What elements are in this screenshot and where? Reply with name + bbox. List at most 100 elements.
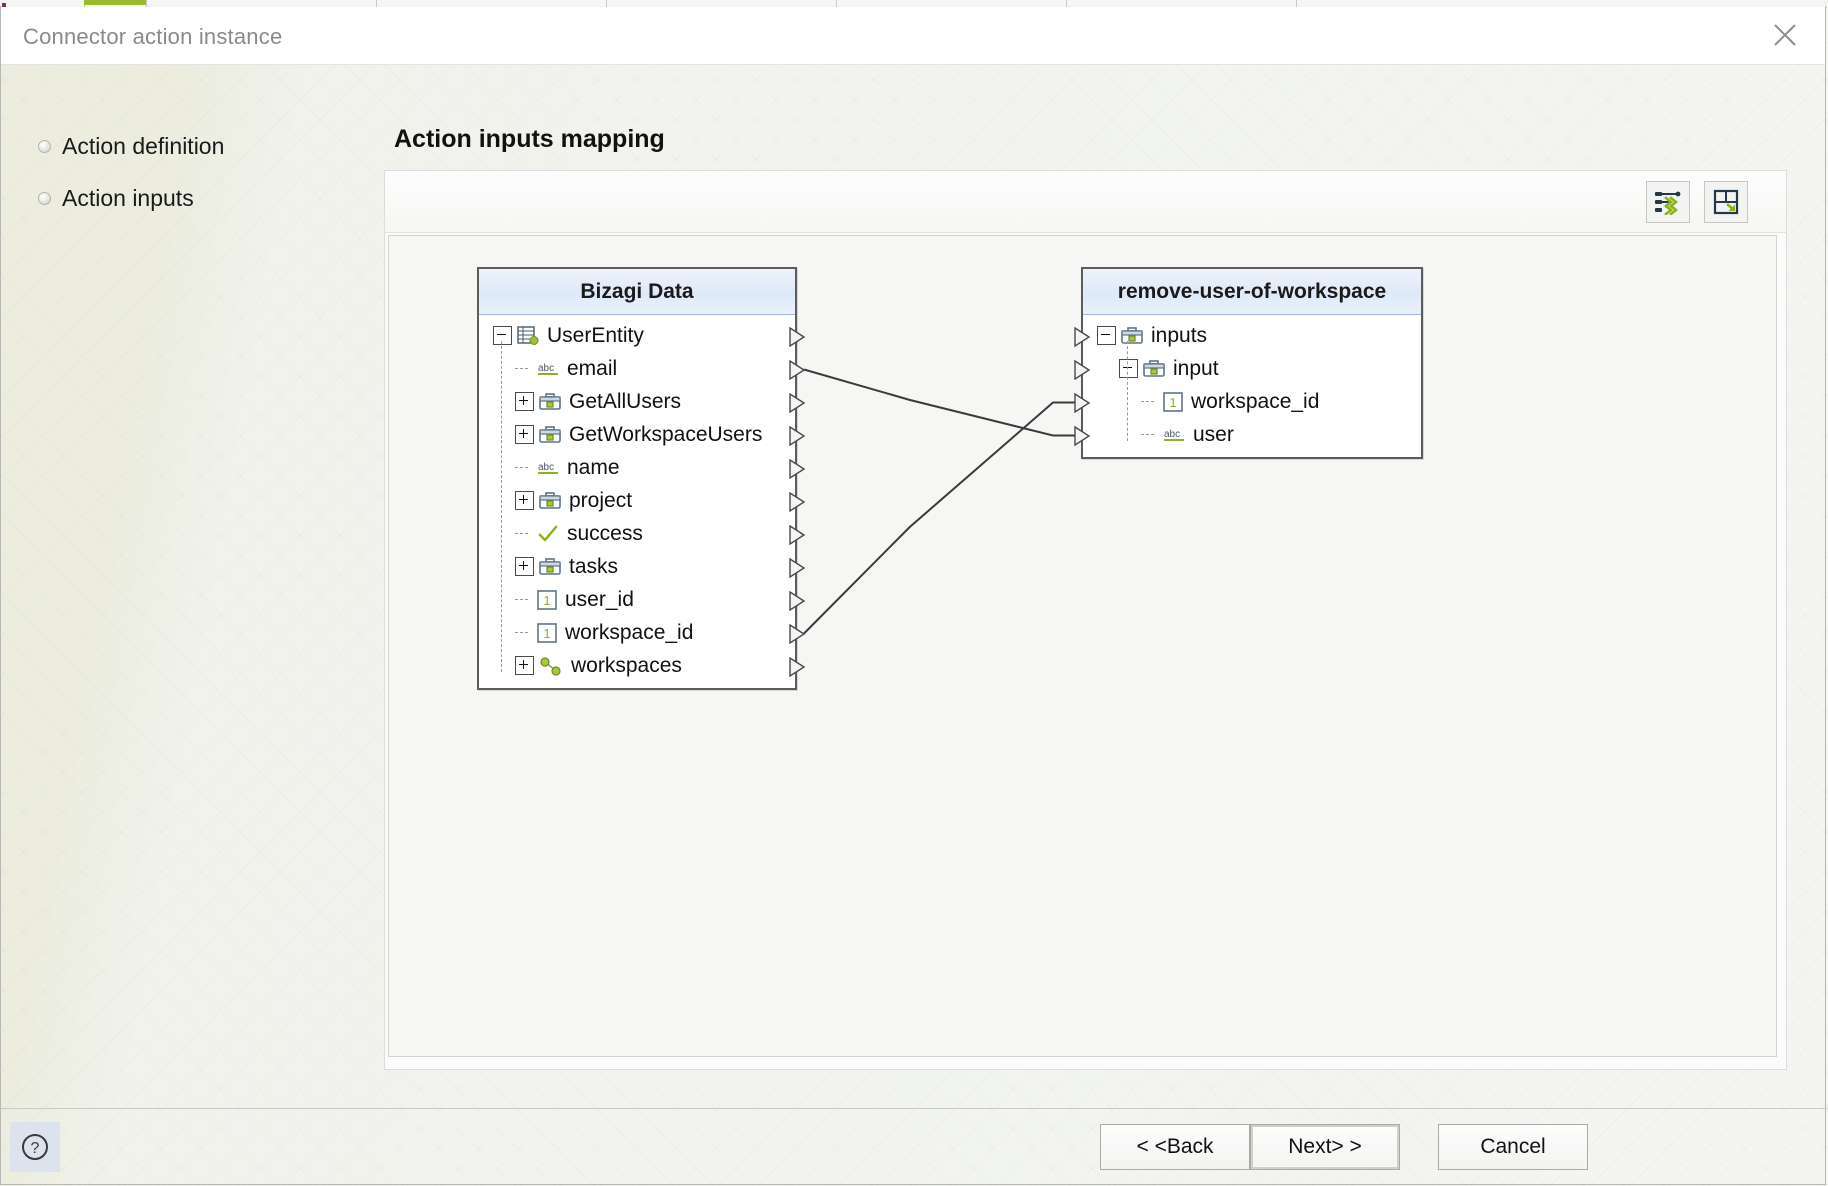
- number-icon: 1: [1163, 391, 1183, 412]
- tree-row-label: GetWorkspaceUsers: [569, 422, 763, 446]
- tree-row-label: user_id: [565, 587, 634, 611]
- input-port[interactable]: [1074, 359, 1091, 380]
- tree-connector: [1141, 426, 1158, 443]
- help-icon[interactable]: ?: [10, 1122, 60, 1172]
- mapping-link[interactable]: [803, 401, 1075, 635]
- svg-text:?: ?: [31, 1140, 40, 1157]
- output-port[interactable]: [789, 491, 806, 512]
- output-port[interactable]: [789, 590, 806, 611]
- input-port[interactable]: [1074, 392, 1091, 413]
- tree-row[interactable]: workspaces: [479, 649, 795, 682]
- number-icon: 1: [537, 589, 557, 610]
- footer-divider: [1, 1108, 1827, 1109]
- expand-toggle[interactable]: [515, 656, 534, 675]
- mapping-link[interactable]: [803, 368, 1075, 437]
- mapping-canvas[interactable]: Bizagi Data UserEntity abc email GetAllU…: [388, 235, 1777, 1057]
- tree-row-label: user: [1193, 422, 1234, 446]
- target-node-title: remove-user-of-workspace: [1117, 279, 1387, 303]
- window-title: Connector action instance: [23, 24, 283, 49]
- sidebar-item-label: Action definition: [62, 132, 225, 159]
- tree-connector: [1141, 393, 1158, 410]
- source-node-header: Bizagi Data: [479, 269, 795, 315]
- sidebar-item-label: Action inputs: [62, 184, 194, 211]
- collapse-toggle[interactable]: [1097, 326, 1116, 345]
- svg-text:abc: abc: [1164, 429, 1180, 440]
- tree-row[interactable]: inputs: [1083, 319, 1421, 352]
- expand-toggle[interactable]: [515, 491, 534, 510]
- tree-row[interactable]: abc name: [479, 451, 795, 484]
- bullet-icon: [38, 191, 51, 205]
- output-port[interactable]: [789, 359, 806, 380]
- briefcase-icon: [1121, 326, 1143, 346]
- abc-icon: abc: [1163, 426, 1185, 444]
- output-port[interactable]: [789, 458, 806, 479]
- collapse-toggle[interactable]: [493, 326, 512, 345]
- relation-icon: [539, 656, 563, 676]
- expand-toggle[interactable]: [515, 557, 534, 576]
- tree-connector: [515, 591, 532, 608]
- next-button[interactable]: Next> >: [1250, 1124, 1400, 1170]
- output-port[interactable]: [789, 524, 806, 545]
- auto-map-icon[interactable]: [1646, 181, 1690, 223]
- collapse-toggle[interactable]: [1119, 359, 1138, 378]
- tree-guide-line: [501, 341, 502, 672]
- expand-toggle[interactable]: [515, 392, 534, 411]
- tree-row[interactable]: 1 workspace_id: [479, 616, 795, 649]
- tree-row[interactable]: abc user: [1083, 418, 1421, 451]
- back-button[interactable]: < <Back: [1100, 1124, 1250, 1170]
- source-node-title: Bizagi Data: [580, 279, 694, 303]
- svg-text:1: 1: [1169, 395, 1176, 410]
- input-port[interactable]: [1074, 425, 1091, 446]
- tree-row-label: email: [567, 356, 618, 380]
- expand-toggle[interactable]: [515, 425, 534, 444]
- tree-row[interactable]: success: [479, 517, 795, 550]
- svg-text:1: 1: [543, 593, 550, 608]
- tree-row[interactable]: GetWorkspaceUsers: [479, 418, 795, 451]
- tree-row-label: input: [1173, 356, 1219, 380]
- tree-guide-line: [1127, 341, 1128, 441]
- target-node-header: remove-user-of-workspace: [1083, 269, 1421, 315]
- wizard-nav: Action definition Action inputs: [0, 120, 330, 224]
- briefcase-icon: [539, 392, 561, 412]
- input-port[interactable]: [1074, 326, 1091, 347]
- bullet-icon: [38, 139, 51, 153]
- output-port[interactable]: [789, 425, 806, 446]
- tree-row-label: UserEntity: [547, 323, 644, 347]
- source-node-rows: UserEntity abc email GetAllUsers GetWork…: [479, 315, 795, 688]
- tree-row-label: project: [569, 488, 633, 512]
- mapping-toolbar: [385, 171, 1786, 233]
- tree-row[interactable]: 1 workspace_id: [1083, 385, 1421, 418]
- check-icon: [537, 524, 559, 543]
- tree-row-label: inputs: [1151, 323, 1208, 347]
- output-port[interactable]: [789, 623, 806, 644]
- tree-row[interactable]: abc email: [479, 352, 795, 385]
- briefcase-icon: [539, 425, 561, 445]
- tree-row[interactable]: UserEntity: [479, 319, 795, 352]
- output-port[interactable]: [789, 656, 806, 677]
- abc-icon: abc: [537, 459, 559, 477]
- fit-layout-icon[interactable]: [1704, 181, 1748, 223]
- source-node-bizagi-data[interactable]: Bizagi Data UserEntity abc email GetAllU…: [477, 267, 797, 690]
- output-port[interactable]: [789, 326, 806, 347]
- mapping-card: Bizagi Data UserEntity abc email GetAllU…: [384, 170, 1787, 1070]
- tree-row[interactable]: GetAllUsers: [479, 385, 795, 418]
- briefcase-icon: [539, 491, 561, 511]
- output-port[interactable]: [789, 557, 806, 578]
- tree-row[interactable]: input: [1083, 352, 1421, 385]
- cancel-button[interactable]: Cancel: [1438, 1124, 1588, 1170]
- sidebar-item-action-inputs[interactable]: Action inputs: [0, 172, 330, 224]
- title-bar: Connector action instance: [1, 7, 1825, 65]
- tree-row[interactable]: project: [479, 484, 795, 517]
- tree-row-label: workspace_id: [565, 620, 694, 644]
- close-icon[interactable]: [1753, 7, 1817, 63]
- abc-icon: abc: [537, 360, 559, 378]
- svg-text:1: 1: [543, 626, 550, 641]
- tree-row[interactable]: tasks: [479, 550, 795, 583]
- target-node-remove-user-of-workspace[interactable]: remove-user-of-workspace inputs input 1 …: [1081, 267, 1423, 459]
- output-port[interactable]: [789, 392, 806, 413]
- tree-row-label: GetAllUsers: [569, 389, 682, 413]
- sidebar-item-action-definition[interactable]: Action definition: [0, 120, 330, 172]
- svg-text:abc: abc: [538, 462, 554, 473]
- tree-row[interactable]: 1 user_id: [479, 583, 795, 616]
- number-icon: 1: [537, 622, 557, 643]
